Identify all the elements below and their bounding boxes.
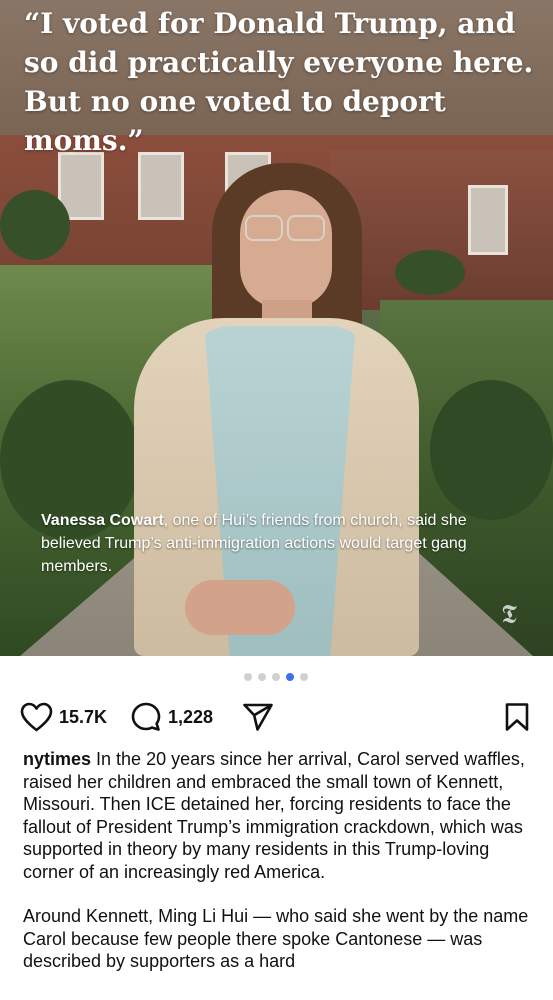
comment-icon — [131, 702, 161, 731]
like-count: 15.7K — [59, 706, 108, 727]
post-paragraph-text: In the 20 years since her arrival, Carol… — [23, 749, 525, 882]
slide-headline: “I voted for Donald Trump, and so did pr… — [24, 7, 534, 157]
carousel-dot-active[interactable] — [286, 673, 294, 681]
photo-window — [468, 185, 508, 255]
photo-person-face — [240, 190, 332, 308]
slide-caption: Vanessa Cowart, one of Hui’s friends fro… — [41, 509, 511, 578]
bookmark-icon — [505, 703, 529, 731]
photo-person-glasses — [243, 215, 329, 243]
bookmark-button[interactable] — [504, 700, 530, 734]
photo-person-hands — [185, 580, 295, 635]
carousel-indicator[interactable] — [244, 673, 308, 683]
share-icon — [243, 703, 273, 731]
comment-count: 1,228 — [168, 706, 214, 727]
post-photo[interactable]: “I voted for Donald Trump, and so did pr… — [0, 0, 553, 656]
share-button[interactable] — [242, 700, 274, 734]
carousel-dot[interactable] — [244, 673, 252, 681]
carousel-dot[interactable] — [272, 673, 280, 681]
photo-window — [138, 152, 184, 220]
post-username[interactable]: nytimes — [23, 749, 91, 769]
nyt-t-logo-icon: 𝕿 — [501, 600, 517, 630]
heart-icon — [20, 702, 53, 732]
post-action-bar: 15.7K 1,228 — [20, 700, 533, 734]
post-paragraph: Around Kennett, Ming Li Hui — who said s… — [23, 906, 529, 971]
photo-bush — [430, 380, 553, 520]
carousel-dot[interactable] — [258, 673, 266, 681]
like-button[interactable]: 15.7K — [20, 700, 107, 734]
photo-bush — [0, 190, 70, 260]
caption-name: Vanessa Cowart — [41, 512, 164, 529]
carousel-dot[interactable] — [300, 673, 308, 681]
photo-bush — [395, 250, 465, 295]
post-caption: nytimes In the 20 years since her arriva… — [23, 748, 533, 995]
comment-button[interactable]: 1,228 — [130, 700, 213, 734]
post-paragraph: nytimes In the 20 years since her arriva… — [23, 748, 533, 883]
